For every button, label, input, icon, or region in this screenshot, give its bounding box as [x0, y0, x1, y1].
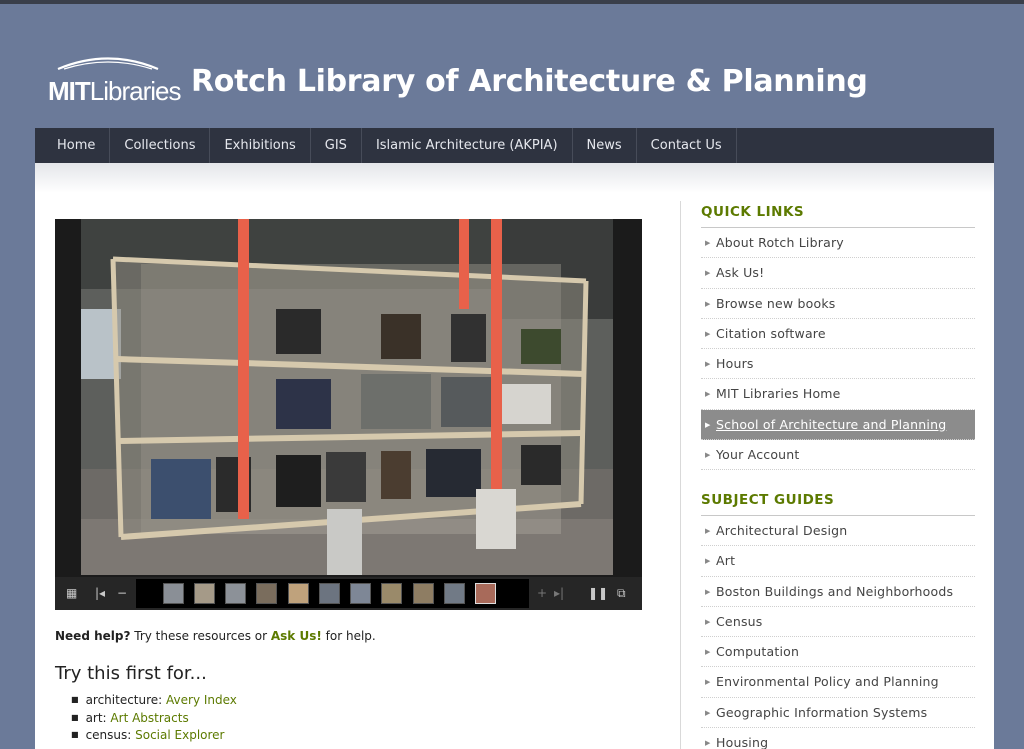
- slideshow-thumbnail[interactable]: [319, 583, 340, 604]
- nav-contact-us[interactable]: Contact Us: [637, 128, 737, 163]
- guide-architectural-design[interactable]: ▶ Architectural Design: [701, 516, 975, 547]
- slideshow-thumbnail[interactable]: [256, 583, 277, 604]
- list-item: census: Social Explorer: [71, 727, 237, 745]
- nav-news[interactable]: News: [573, 128, 637, 163]
- avery-index-link[interactable]: Avery Index: [166, 693, 237, 707]
- guide-housing[interactable]: ▶ Housing: [701, 728, 975, 749]
- arrow-right-icon: ▶: [705, 299, 711, 308]
- arrow-right-icon: ▶: [705, 239, 711, 247]
- slideshow-thumbnail[interactable]: [444, 583, 465, 604]
- nav-collections[interactable]: Collections: [110, 128, 211, 163]
- thumbnail-strip: [136, 579, 529, 608]
- help-tail: for help.: [321, 629, 376, 643]
- image-slideshow[interactable]: ▦ |◂ − + ▸| ❚❚ ⧉: [55, 219, 642, 610]
- arrow-right-icon: ▶: [705, 527, 711, 535]
- quick-link-about[interactable]: ▶ About Rotch Library: [701, 228, 975, 259]
- quick-links-list: ▶ About Rotch Library ▶ Ask Us! ▶ Browse ne…: [701, 227, 975, 471]
- help-text: Need help? Try these resources or Ask Us…: [55, 629, 376, 643]
- arrow-right-icon: ▶: [705, 390, 711, 399]
- slideshow-thumbnail[interactable]: [288, 583, 309, 604]
- arrow-right-icon: ▶: [705, 648, 711, 657]
- help-middle: Try these resources or: [130, 629, 271, 643]
- quick-link-school-of-architecture[interactable]: ▶ School of Architecture and Planning: [701, 409, 975, 441]
- fullscreen-icon[interactable]: ⧉: [617, 585, 626, 601]
- arrow-right-icon: ▶: [705, 557, 711, 566]
- guide-gis[interactable]: ▶ Geographic Information Systems: [701, 698, 975, 729]
- arrow-right-icon: ▶: [705, 420, 711, 429]
- arrow-right-icon: ▶: [705, 451, 711, 460]
- site-title[interactable]: Rotch Library of Architecture & Planning: [191, 64, 868, 99]
- ask-us-link[interactable]: Ask Us!: [271, 629, 322, 643]
- site-header: MITLibraries Rotch Library of Architectu…: [0, 4, 1024, 128]
- nav-exhibitions[interactable]: Exhibitions: [210, 128, 311, 163]
- sidebar: QUICK LINKS ▶ About Rotch Library ▶ Ask Us…: [680, 201, 980, 749]
- content-top-shadow: [35, 163, 994, 193]
- quick-links-heading: QUICK LINKS: [701, 204, 805, 220]
- first-icon[interactable]: |◂: [95, 585, 105, 601]
- logo-arc-icon: [57, 57, 159, 70]
- arrow-right-icon: ▶: [705, 739, 711, 748]
- arrow-right-icon: ▶: [705, 269, 711, 278]
- slideshow-thumbnail[interactable]: [194, 583, 215, 604]
- arrow-right-icon: ▶: [705, 329, 711, 338]
- bookshelf-display-image: [81, 219, 613, 575]
- try-first-list: architecture: Avery Index art: Art Abstr…: [71, 692, 237, 745]
- slideshow-thumbnail[interactable]: [350, 583, 371, 604]
- nav-home[interactable]: Home: [35, 128, 111, 163]
- last-icon[interactable]: ▸|: [554, 585, 564, 601]
- slideshow-thumbnail[interactable]: [163, 583, 184, 604]
- list-item: architecture: Avery Index: [71, 692, 237, 710]
- arrow-right-icon: ▶: [705, 617, 711, 626]
- guide-boston-buildings[interactable]: ▶ Boston Buildings and Neighborhoods: [701, 577, 975, 607]
- guide-environmental-policy[interactable]: ▶ Environmental Policy and Planning: [701, 667, 975, 698]
- arrow-right-icon: ▶: [705, 360, 711, 369]
- slideshow-thumbnail[interactable]: [381, 583, 402, 604]
- nav-islamic-architecture[interactable]: Islamic Architecture (AKPIA): [362, 128, 573, 163]
- quick-link-mit-libraries-home[interactable]: ▶ MIT Libraries Home: [701, 379, 975, 410]
- try-first-heading: Try this first for...: [55, 663, 207, 684]
- pause-icon[interactable]: ❚❚: [588, 585, 608, 601]
- grid-icon[interactable]: ▦: [66, 585, 77, 601]
- subject-guides-heading: SUBJECT GUIDES: [701, 492, 835, 508]
- social-explorer-link[interactable]: Social Explorer: [135, 728, 224, 742]
- guide-census[interactable]: ▶ Census: [701, 607, 975, 638]
- quick-link-your-account[interactable]: ▶ Your Account: [701, 440, 975, 471]
- art-abstracts-link[interactable]: Art Abstracts: [110, 711, 188, 725]
- slideshow-thumbnail[interactable]: [225, 583, 246, 604]
- guide-art[interactable]: ▶ Art: [701, 546, 975, 577]
- quick-link-citation-software[interactable]: ▶ Citation software: [701, 319, 975, 350]
- quick-link-hours[interactable]: ▶ Hours: [701, 349, 975, 380]
- arrow-right-icon: ▶: [705, 587, 711, 596]
- arrow-right-icon: ▶: [705, 708, 711, 717]
- guide-computation[interactable]: ▶ Computation: [701, 637, 975, 668]
- logo-wordmark: MITLibraries: [48, 76, 181, 106]
- mit-libraries-logo[interactable]: MITLibraries: [48, 54, 181, 110]
- zoom-in-icon[interactable]: +: [537, 585, 547, 601]
- main-nav: Home Collections Exhibitions GIS Islamic…: [35, 128, 994, 163]
- subject-guides-list: ▶ Architectural Design ▶ Art ▶ Boston Build…: [701, 515, 975, 749]
- help-lead: Need help?: [55, 629, 131, 643]
- quick-link-ask-us[interactable]: ▶ Ask Us!: [701, 258, 975, 289]
- slideshow-thumbnail[interactable]: [413, 583, 434, 604]
- slideshow-controls: ▦ |◂ − + ▸| ❚❚ ⧉: [55, 577, 642, 610]
- quick-link-browse-new-books[interactable]: ▶ Browse new books: [701, 289, 975, 319]
- slideshow-photo[interactable]: [81, 219, 613, 575]
- arrow-right-icon: ▶: [705, 678, 711, 687]
- slideshow-thumbnail-active[interactable]: [475, 583, 496, 604]
- list-item: art: Art Abstracts: [71, 710, 237, 728]
- content-area: ▦ |◂ − + ▸| ❚❚ ⧉ Need help? Try these re…: [35, 163, 994, 749]
- nav-gis[interactable]: GIS: [311, 128, 362, 163]
- zoom-out-icon[interactable]: −: [117, 585, 127, 601]
